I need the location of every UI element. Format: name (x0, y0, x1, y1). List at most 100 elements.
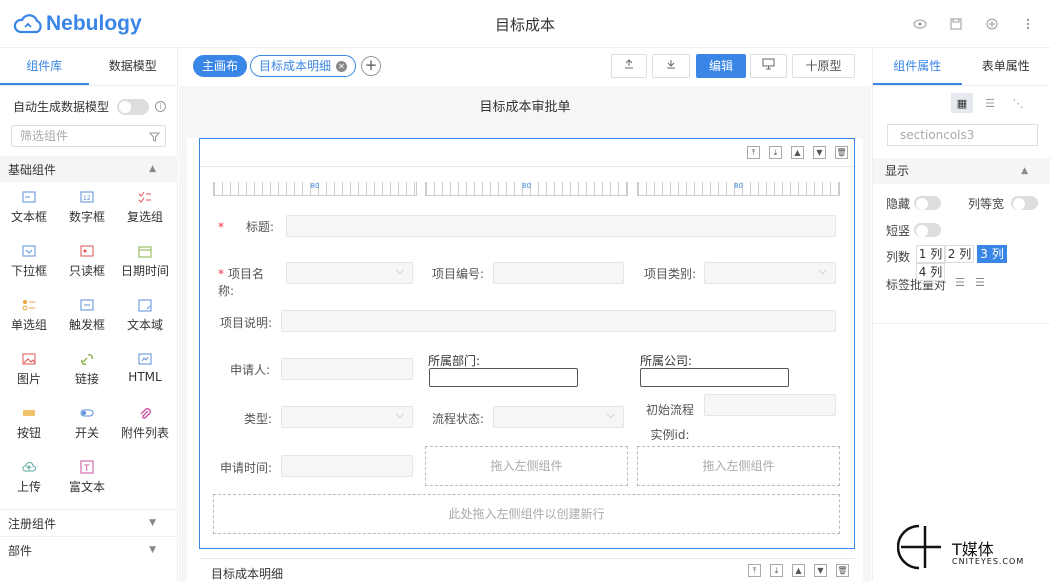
textarea-icon (138, 298, 152, 312)
col-3-button[interactable]: 3 列 (977, 245, 1007, 263)
component-id-input[interactable]: sectioncols3 (887, 124, 1038, 146)
publish-icon[interactable] (984, 16, 1000, 32)
move-bottom-icon[interactable]: ⤓ (770, 564, 783, 577)
component-trigger[interactable]: 触发框 (58, 298, 116, 340)
basic-components-header[interactable]: 基础组件 ▲ (0, 156, 178, 182)
download-icon (665, 58, 677, 70)
auto-model-toggle[interactable] (117, 99, 149, 115)
tab-form-props[interactable]: 表单属性 (962, 48, 1050, 85)
registered-components-label: 注册组件 (8, 515, 56, 532)
component-readonly[interactable]: 只读框 (58, 244, 116, 286)
component-dropdown[interactable]: 下拉框 (0, 244, 58, 286)
preview-device-button[interactable] (750, 54, 787, 78)
title-label-text: 标题: (246, 220, 274, 234)
col-2-button[interactable]: 2 列 (945, 245, 974, 263)
upload-button[interactable] (611, 54, 647, 78)
project-no-input[interactable] (493, 262, 624, 284)
apply-time-input[interactable] (281, 455, 413, 477)
move-up-icon[interactable]: ▲ (791, 146, 804, 159)
title-input[interactable] (286, 215, 836, 237)
short-label: 短竖 (886, 222, 910, 239)
tab-data-model[interactable]: 数据模型 (89, 48, 178, 85)
type-select[interactable] (281, 406, 413, 428)
component-button[interactable]: 按钮 (0, 406, 58, 448)
drop-zone-col3[interactable]: 拖入左侧组件 (637, 446, 840, 486)
ruler-value: 80 (522, 182, 531, 190)
project-desc-input[interactable] (281, 310, 836, 332)
component-checkbox-group[interactable]: 复选组 (116, 190, 174, 232)
column-ruler-3[interactable]: 80 (637, 182, 840, 196)
align-left-icon[interactable]: ☰ (955, 276, 965, 289)
filter-input[interactable]: 筛选组件 (11, 125, 166, 147)
tab-component-props[interactable]: 组件属性 (873, 48, 962, 85)
component-switch[interactable]: 开关 (58, 406, 116, 448)
flow-instance-input[interactable] (704, 394, 836, 416)
close-icon[interactable]: ✕ (336, 61, 347, 72)
registered-components-header[interactable]: 注册组件 ▼ (0, 509, 178, 536)
readonly-icon (80, 244, 94, 258)
component-number[interactable]: 12数字框 (58, 190, 116, 232)
more-icon[interactable] (1020, 16, 1036, 32)
tab-main-canvas[interactable]: 主画布 (193, 55, 247, 77)
delete-icon[interactable]: 🗑 (835, 146, 848, 159)
align-right-icon[interactable]: ☰ (975, 276, 985, 289)
company-input[interactable] (640, 368, 789, 387)
company-label: 所属公司: (640, 352, 700, 369)
prototype-button[interactable]: 十原型 (792, 54, 855, 78)
edit-button[interactable]: 编辑 (696, 54, 746, 78)
expand-down-icon: ▼ (149, 545, 156, 555)
flow-status-select[interactable] (493, 406, 624, 428)
short-toggle[interactable] (914, 223, 941, 237)
new-row-drop-zone[interactable]: 此处拖入左侧组件以创建新行 (213, 494, 840, 534)
move-down-icon[interactable]: ▼ (813, 146, 826, 159)
delete-icon[interactable]: 🗑 (836, 564, 849, 577)
component-textarea[interactable]: 文本域 (116, 298, 174, 340)
component-attachment-list[interactable]: 附件列表 (116, 406, 174, 448)
project-type-select[interactable] (704, 262, 836, 284)
tab-component-library[interactable]: 组件库 (0, 48, 89, 85)
tree-view-icon[interactable]: ⋱ (1007, 93, 1029, 113)
add-canvas-button[interactable]: + (361, 56, 381, 76)
component-rich-text[interactable]: T富文本 (58, 460, 116, 502)
project-name-select[interactable] (286, 262, 413, 284)
equal-width-toggle[interactable] (1011, 196, 1038, 210)
save-icon[interactable] (948, 16, 964, 32)
cost-detail-section[interactable]: 目标成本明细 ⤒ ⤓ ▲ ▼ 🗑 (199, 558, 855, 583)
col-4-button[interactable]: 4 列 (916, 263, 945, 281)
component-datetime[interactable]: 日期时间 (116, 244, 174, 286)
designer-canvas-area: 主画布 目标成本明细✕ + 编辑 十原型 目标成本审批单 ⤒ ⤓ ▲ ▼ 🗑 8… (179, 48, 871, 581)
preview-icon[interactable] (912, 16, 928, 32)
grid-view-icon[interactable]: ▦ (951, 93, 973, 113)
component-upload[interactable]: 上传 (0, 460, 58, 502)
display-section-header[interactable]: 显示 ▲ (873, 158, 1050, 184)
list-view-icon[interactable]: ☰ (979, 93, 1001, 113)
move-bottom-icon[interactable]: ⤓ (769, 146, 782, 159)
applicant-input[interactable] (281, 358, 413, 380)
component-html[interactable]: HTML (116, 352, 174, 394)
move-top-icon[interactable]: ⤒ (748, 564, 761, 577)
info-icon[interactable]: i (155, 101, 166, 112)
component-textbox[interactable]: 文本框 (0, 190, 58, 232)
tab-cost-detail[interactable]: 目标成本明细✕ (250, 55, 356, 77)
filter-placeholder: 筛选组件 (20, 129, 68, 143)
component-image[interactable]: 图片 (0, 352, 58, 394)
col-1-button[interactable]: 1 列 (916, 245, 945, 263)
project-type-label: 项目类别: (644, 265, 700, 282)
department-input[interactable] (429, 368, 578, 387)
download-button[interactable] (652, 54, 690, 78)
column-ruler-1[interactable]: 80 (213, 182, 417, 196)
hidden-toggle[interactable] (914, 196, 941, 210)
drop-zone-col2[interactable]: 拖入左侧组件 (425, 446, 628, 486)
top-bar: Nebulogy 目标成本 (0, 0, 1050, 48)
section-cols3[interactable]: ⤒ ⤓ ▲ ▼ 🗑 80 80 80 *标题: *项目名称: 项目编号: 项目类… (199, 138, 855, 549)
auto-model-row: 自动生成数据模型 i (13, 98, 166, 115)
column-ruler-2[interactable]: 80 (425, 182, 628, 196)
component-link[interactable]: 链接 (58, 352, 116, 394)
move-up-icon[interactable]: ▲ (792, 564, 805, 577)
canvas-toolbar: 主画布 目标成本明细✕ + 编辑 十原型 (179, 48, 871, 86)
move-down-icon[interactable]: ▼ (814, 564, 827, 577)
component-radio-group[interactable]: 单选组 (0, 298, 58, 340)
filter-icon (149, 129, 160, 149)
parts-header[interactable]: 部件 ▼ (0, 536, 178, 563)
move-top-icon[interactable]: ⤒ (747, 146, 760, 159)
